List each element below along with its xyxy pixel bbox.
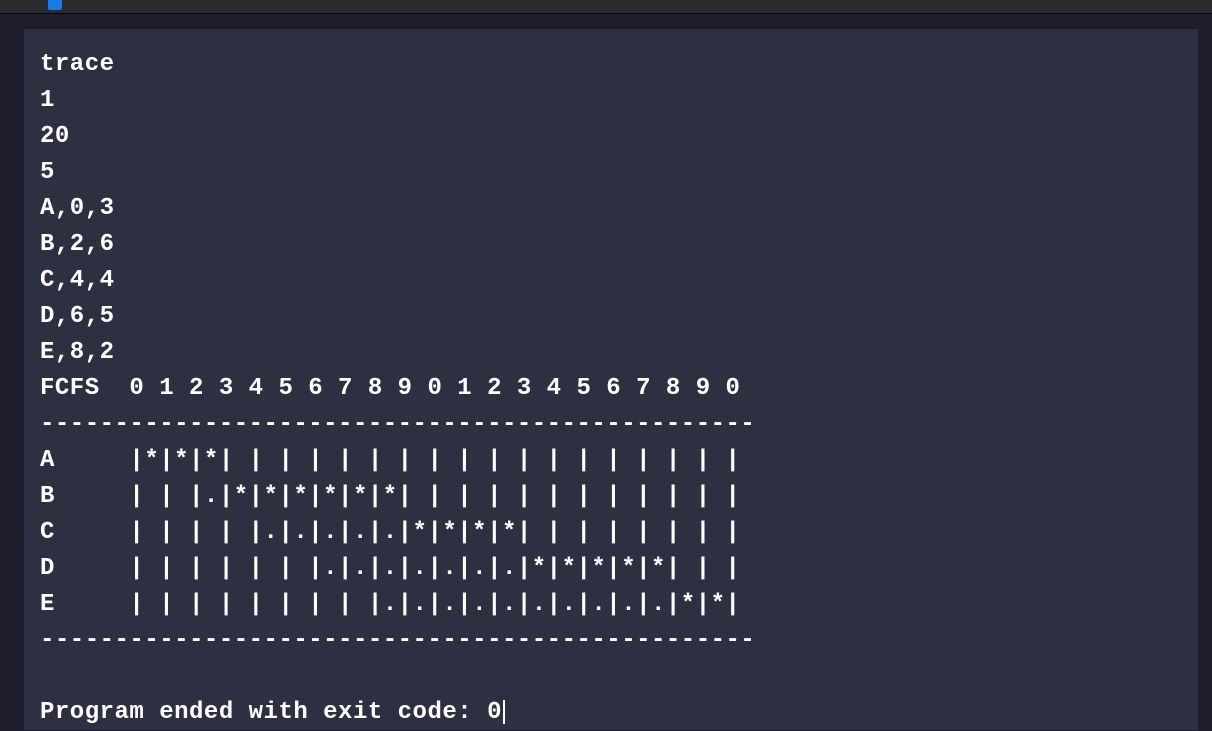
- process-line: C,4,4: [40, 267, 115, 294]
- trace-row: D | | | | | | |.|.|.|.|.|.|.|*|*|*|*|*| …: [40, 555, 755, 582]
- cursor: [503, 700, 505, 724]
- exit-message: Program ended with exit code: 0: [40, 699, 502, 726]
- input-algorithm: 1: [40, 87, 55, 114]
- input-count: 5: [40, 159, 55, 186]
- gutter: [24, 29, 34, 730]
- process-line: B,2,6: [40, 231, 115, 258]
- trace-divider: ----------------------------------------…: [40, 627, 755, 654]
- trace-divider: ----------------------------------------…: [40, 411, 755, 438]
- trace-row: C | | | | |.|.|.|.|.|*|*|*|*| | | | | | …: [40, 519, 755, 546]
- app-icon: [48, 0, 62, 10]
- trace-header: FCFS 0 1 2 3 4 5 6 7 8 9 0 1 2 3 4 5 6 7…: [40, 375, 755, 402]
- console-panel[interactable]: trace 1 20 5 A,0,3 B,2,6 C,4,4 D,6,5 E,8…: [24, 28, 1198, 730]
- trace-row: E | | | | | | | | |.|.|.|.|.|.|.|.|.|.|*…: [40, 591, 755, 618]
- process-line: E,8,2: [40, 339, 115, 366]
- process-line: D,6,5: [40, 303, 115, 330]
- trace-row: B | | |.|*|*|*|*|*|*| | | | | | | | | | …: [40, 483, 755, 510]
- toolbar: [0, 0, 1212, 14]
- input-limit: 20: [40, 123, 70, 150]
- input-mode: trace: [40, 51, 115, 78]
- console-output: trace 1 20 5 A,0,3 B,2,6 C,4,4 D,6,5 E,8…: [24, 29, 1198, 731]
- trace-row: A |*|*|*| | | | | | | | | | | | | | | | …: [40, 447, 755, 474]
- process-line: A,0,3: [40, 195, 115, 222]
